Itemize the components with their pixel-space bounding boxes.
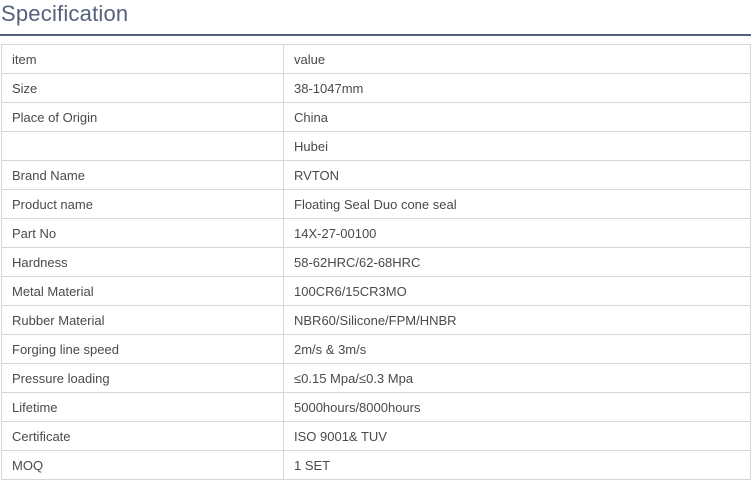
item-cell [1, 131, 284, 161]
item-cell: MOQ [1, 450, 284, 480]
item-cell: Product name [1, 189, 284, 219]
value-cell: Floating Seal Duo cone seal [283, 189, 751, 219]
item-cell: Place of Origin [1, 102, 284, 132]
table-row: Hubei [1, 131, 751, 161]
value-cell: 38-1047mm [283, 73, 751, 103]
table-row: Lifetime 5000hours/8000hours [1, 392, 751, 422]
table-row: Rubber Material NBR60/Silicone/FPM/HNBR [1, 305, 751, 335]
value-cell: value [283, 44, 751, 74]
table-row: Size 38-1047mm [1, 73, 751, 103]
value-cell: 5000hours/8000hours [283, 392, 751, 422]
table-row: item value [1, 44, 751, 74]
item-cell: item [1, 44, 284, 74]
table-row: Hardness 58-62HRC/62-68HRC [1, 247, 751, 277]
table-row: Metal Material 100CR6/15CR3MO [1, 276, 751, 306]
table-row: Certificate ISO 9001& TUV [1, 421, 751, 451]
item-cell: Rubber Material [1, 305, 284, 335]
item-cell: Part No [1, 218, 284, 248]
table-row: MOQ 1 SET [1, 450, 751, 480]
specification-table: item value Size 38-1047mm Place of Origin C… [1, 44, 751, 480]
table-row: Brand Name RVTON [1, 160, 751, 190]
value-cell: ISO 9001& TUV [283, 421, 751, 451]
value-cell: Hubei [283, 131, 751, 161]
value-cell: RVTON [283, 160, 751, 190]
item-cell: Pressure loading [1, 363, 284, 393]
value-cell: 58-62HRC/62-68HRC [283, 247, 751, 277]
item-cell: Lifetime [1, 392, 284, 422]
table-row: Forging line speed 2m/s & 3m/s [1, 334, 751, 364]
value-cell: 14X-27-00100 [283, 218, 751, 248]
table-row: Product name Floating Seal Duo cone seal [1, 189, 751, 219]
value-cell: 2m/s & 3m/s [283, 334, 751, 364]
value-cell: 100CR6/15CR3MO [283, 276, 751, 306]
item-cell: Forging line speed [1, 334, 284, 364]
value-cell: NBR60/Silicone/FPM/HNBR [283, 305, 751, 335]
item-cell: Brand Name [1, 160, 284, 190]
table-row: Part No 14X-27-00100 [1, 218, 751, 248]
item-cell: Hardness [1, 247, 284, 277]
item-cell: Metal Material [1, 276, 284, 306]
section-title: Specification [1, 1, 129, 26]
item-cell: Certificate [1, 421, 284, 451]
table-row: Pressure loading ≤0.15 Mpa/≤0.3 Mpa [1, 363, 751, 393]
specification-table-body: item value Size 38-1047mm Place of Origin C… [1, 44, 751, 480]
value-cell: China [283, 102, 751, 132]
item-cell: Size [1, 73, 284, 103]
value-cell: ≤0.15 Mpa/≤0.3 Mpa [283, 363, 751, 393]
specification-header: Specification [0, 0, 751, 36]
value-cell: 1 SET [283, 450, 751, 480]
table-row: Place of Origin China [1, 102, 751, 132]
